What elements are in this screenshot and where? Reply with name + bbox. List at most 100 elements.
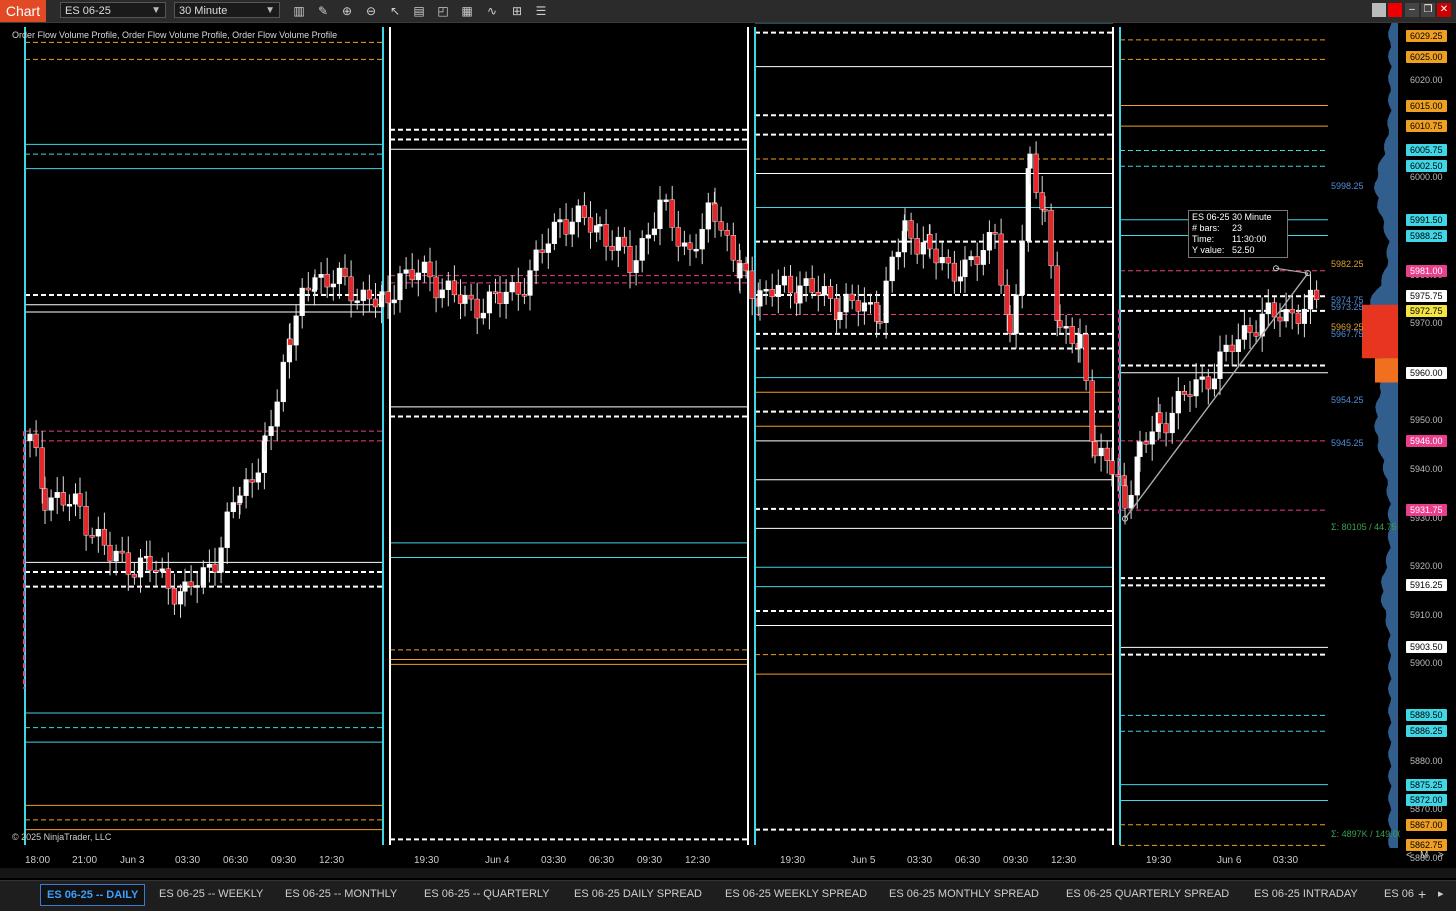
candle-body (1253, 332, 1259, 337)
bars-type-icon[interactable]: ▥ (291, 3, 307, 19)
profile-levels (23, 23, 1328, 846)
candle-body (730, 235, 736, 261)
timeframe-selector[interactable]: 30 Minute ▼ (174, 2, 280, 18)
candle-body (763, 289, 769, 292)
chart-tab-5[interactable]: ES 06-25 WEEKLY SPREAD (719, 884, 873, 904)
indicators-icon[interactable]: ∿ (484, 3, 500, 19)
candle-body (107, 544, 113, 562)
candle-body (980, 250, 986, 265)
candle-body (194, 585, 200, 588)
zoom-in-icon[interactable]: ⊕ (339, 3, 355, 19)
time-axis-tick: 12:30 (685, 855, 711, 866)
candle-body (318, 274, 324, 278)
candle-body (603, 223, 609, 247)
candle-body (889, 256, 895, 282)
candle-body (1313, 289, 1320, 301)
candle-body (901, 230, 908, 253)
vp-price-label: 5967.75 (1331, 329, 1364, 340)
scroll-left-button[interactable]: < (1406, 850, 1412, 861)
instrument-selector[interactable]: ES 06-25 ▼ (60, 2, 166, 18)
scroll-right-button[interactable]: > (1438, 850, 1444, 861)
price-chart-canvas[interactable] (0, 23, 1400, 848)
candle-body (39, 447, 45, 489)
candle-body (551, 221, 558, 244)
candle-body (962, 259, 968, 278)
candle-body (1019, 240, 1025, 295)
candle-body (391, 299, 397, 304)
time-axis-tick: 03:30 (175, 855, 201, 866)
horizontal-scrollbar[interactable] (0, 868, 1456, 878)
candle-body (147, 556, 153, 571)
price-axis-tick: 6020.00 (1410, 75, 1443, 86)
candle-body (705, 202, 711, 230)
candle-body (249, 479, 255, 483)
zoom-out-icon[interactable]: ⊖ (363, 3, 379, 19)
chevron-down-icon: ▼ (151, 5, 161, 16)
link-color-icon[interactable] (1388, 3, 1402, 17)
candle-body (569, 221, 575, 235)
candle-body (539, 249, 545, 253)
templates-icon[interactable]: ◰ (435, 3, 451, 19)
time-axis-tick: 19:30 (414, 855, 440, 866)
minimize-icon[interactable]: – (1405, 3, 1419, 17)
candle-body (957, 276, 964, 282)
restore-icon[interactable]: ❐ (1421, 3, 1435, 17)
candle-body (945, 257, 951, 264)
time-axis-tick: 12:30 (1051, 855, 1077, 866)
add-tab-button[interactable]: + (1412, 884, 1432, 904)
candle-body (781, 275, 788, 286)
candle-body (403, 269, 409, 274)
time-axis-tick: Jun 6 (1217, 855, 1242, 866)
candle-body (527, 270, 533, 296)
price-tag: 5975.75 (1406, 290, 1447, 303)
chart-tab-6[interactable]: ES 06-25 MONTHLY SPREAD (883, 884, 1045, 904)
time-axis-tick: Jun 5 (851, 855, 876, 866)
chart-tab-4[interactable]: ES 06-25 DAILY SPREAD (568, 884, 708, 904)
candle-body (974, 256, 980, 265)
window-color-icon[interactable] (1372, 3, 1386, 17)
chart-window-tab[interactable]: Chart (0, 0, 46, 22)
candle-body (66, 504, 73, 507)
candle-body (724, 230, 730, 236)
candle-body (615, 236, 621, 251)
close-icon[interactable]: ✕ (1437, 3, 1451, 17)
drawing-tools-icon[interactable]: ✎ (315, 3, 331, 19)
properties-icon[interactable]: ⊞ (509, 3, 525, 19)
tooltip-time-label: Time: (1192, 234, 1215, 244)
candle-body (433, 276, 439, 299)
mode-button[interactable]: M (1420, 850, 1428, 861)
candle-body (1187, 394, 1193, 397)
candle-body (545, 243, 551, 253)
pointer-icon[interactable]: ↖ (387, 3, 403, 19)
price-tag: 5972.75 (1406, 304, 1447, 317)
candle-body (188, 581, 194, 587)
candle-body (330, 283, 336, 288)
price-axis-tick: 5940.00 (1410, 464, 1443, 474)
time-axis-tick: 18:00 (25, 855, 51, 866)
candle-body (908, 220, 914, 239)
chart-tab-7[interactable]: ES 06-25 QUARTERLY SPREAD (1060, 884, 1235, 904)
menu-icon[interactable]: ☰ (533, 3, 549, 19)
tooltip-title: ES 06-25 30 Minute (1192, 212, 1272, 222)
candle-body (1004, 284, 1010, 315)
candle-body (224, 511, 230, 548)
candle-body (77, 493, 83, 507)
data-box-icon[interactable]: ▤ (411, 3, 427, 19)
tab-scroll-right-icon[interactable]: ▸ (1432, 884, 1450, 904)
candle-body (663, 199, 669, 202)
chart-tab-0[interactable]: ES 06-25 -- DAILY (40, 884, 146, 906)
candle-body (305, 287, 311, 291)
time-axis-tick: 09:30 (637, 855, 663, 866)
chart-tab-2[interactable]: ES 06-25 -- MONTHLY (279, 884, 403, 904)
price-axis-tick: 5950.00 (1410, 415, 1443, 426)
candle-body (492, 291, 499, 294)
chart-tab-1[interactable]: ES 06-25 -- WEEKLY (153, 884, 269, 904)
chart-tab-8[interactable]: ES 06-25 INTRADAY (1248, 884, 1364, 904)
candle-body (749, 270, 755, 299)
price-tag: 6005.75 (1406, 144, 1447, 157)
candle-body (1289, 308, 1295, 314)
candle-body (1181, 391, 1188, 395)
candle-body (699, 228, 705, 250)
chart-tab-3[interactable]: ES 06-25 -- QUARTERLY (418, 884, 556, 904)
strategies-icon[interactable]: ▦ (459, 3, 475, 19)
